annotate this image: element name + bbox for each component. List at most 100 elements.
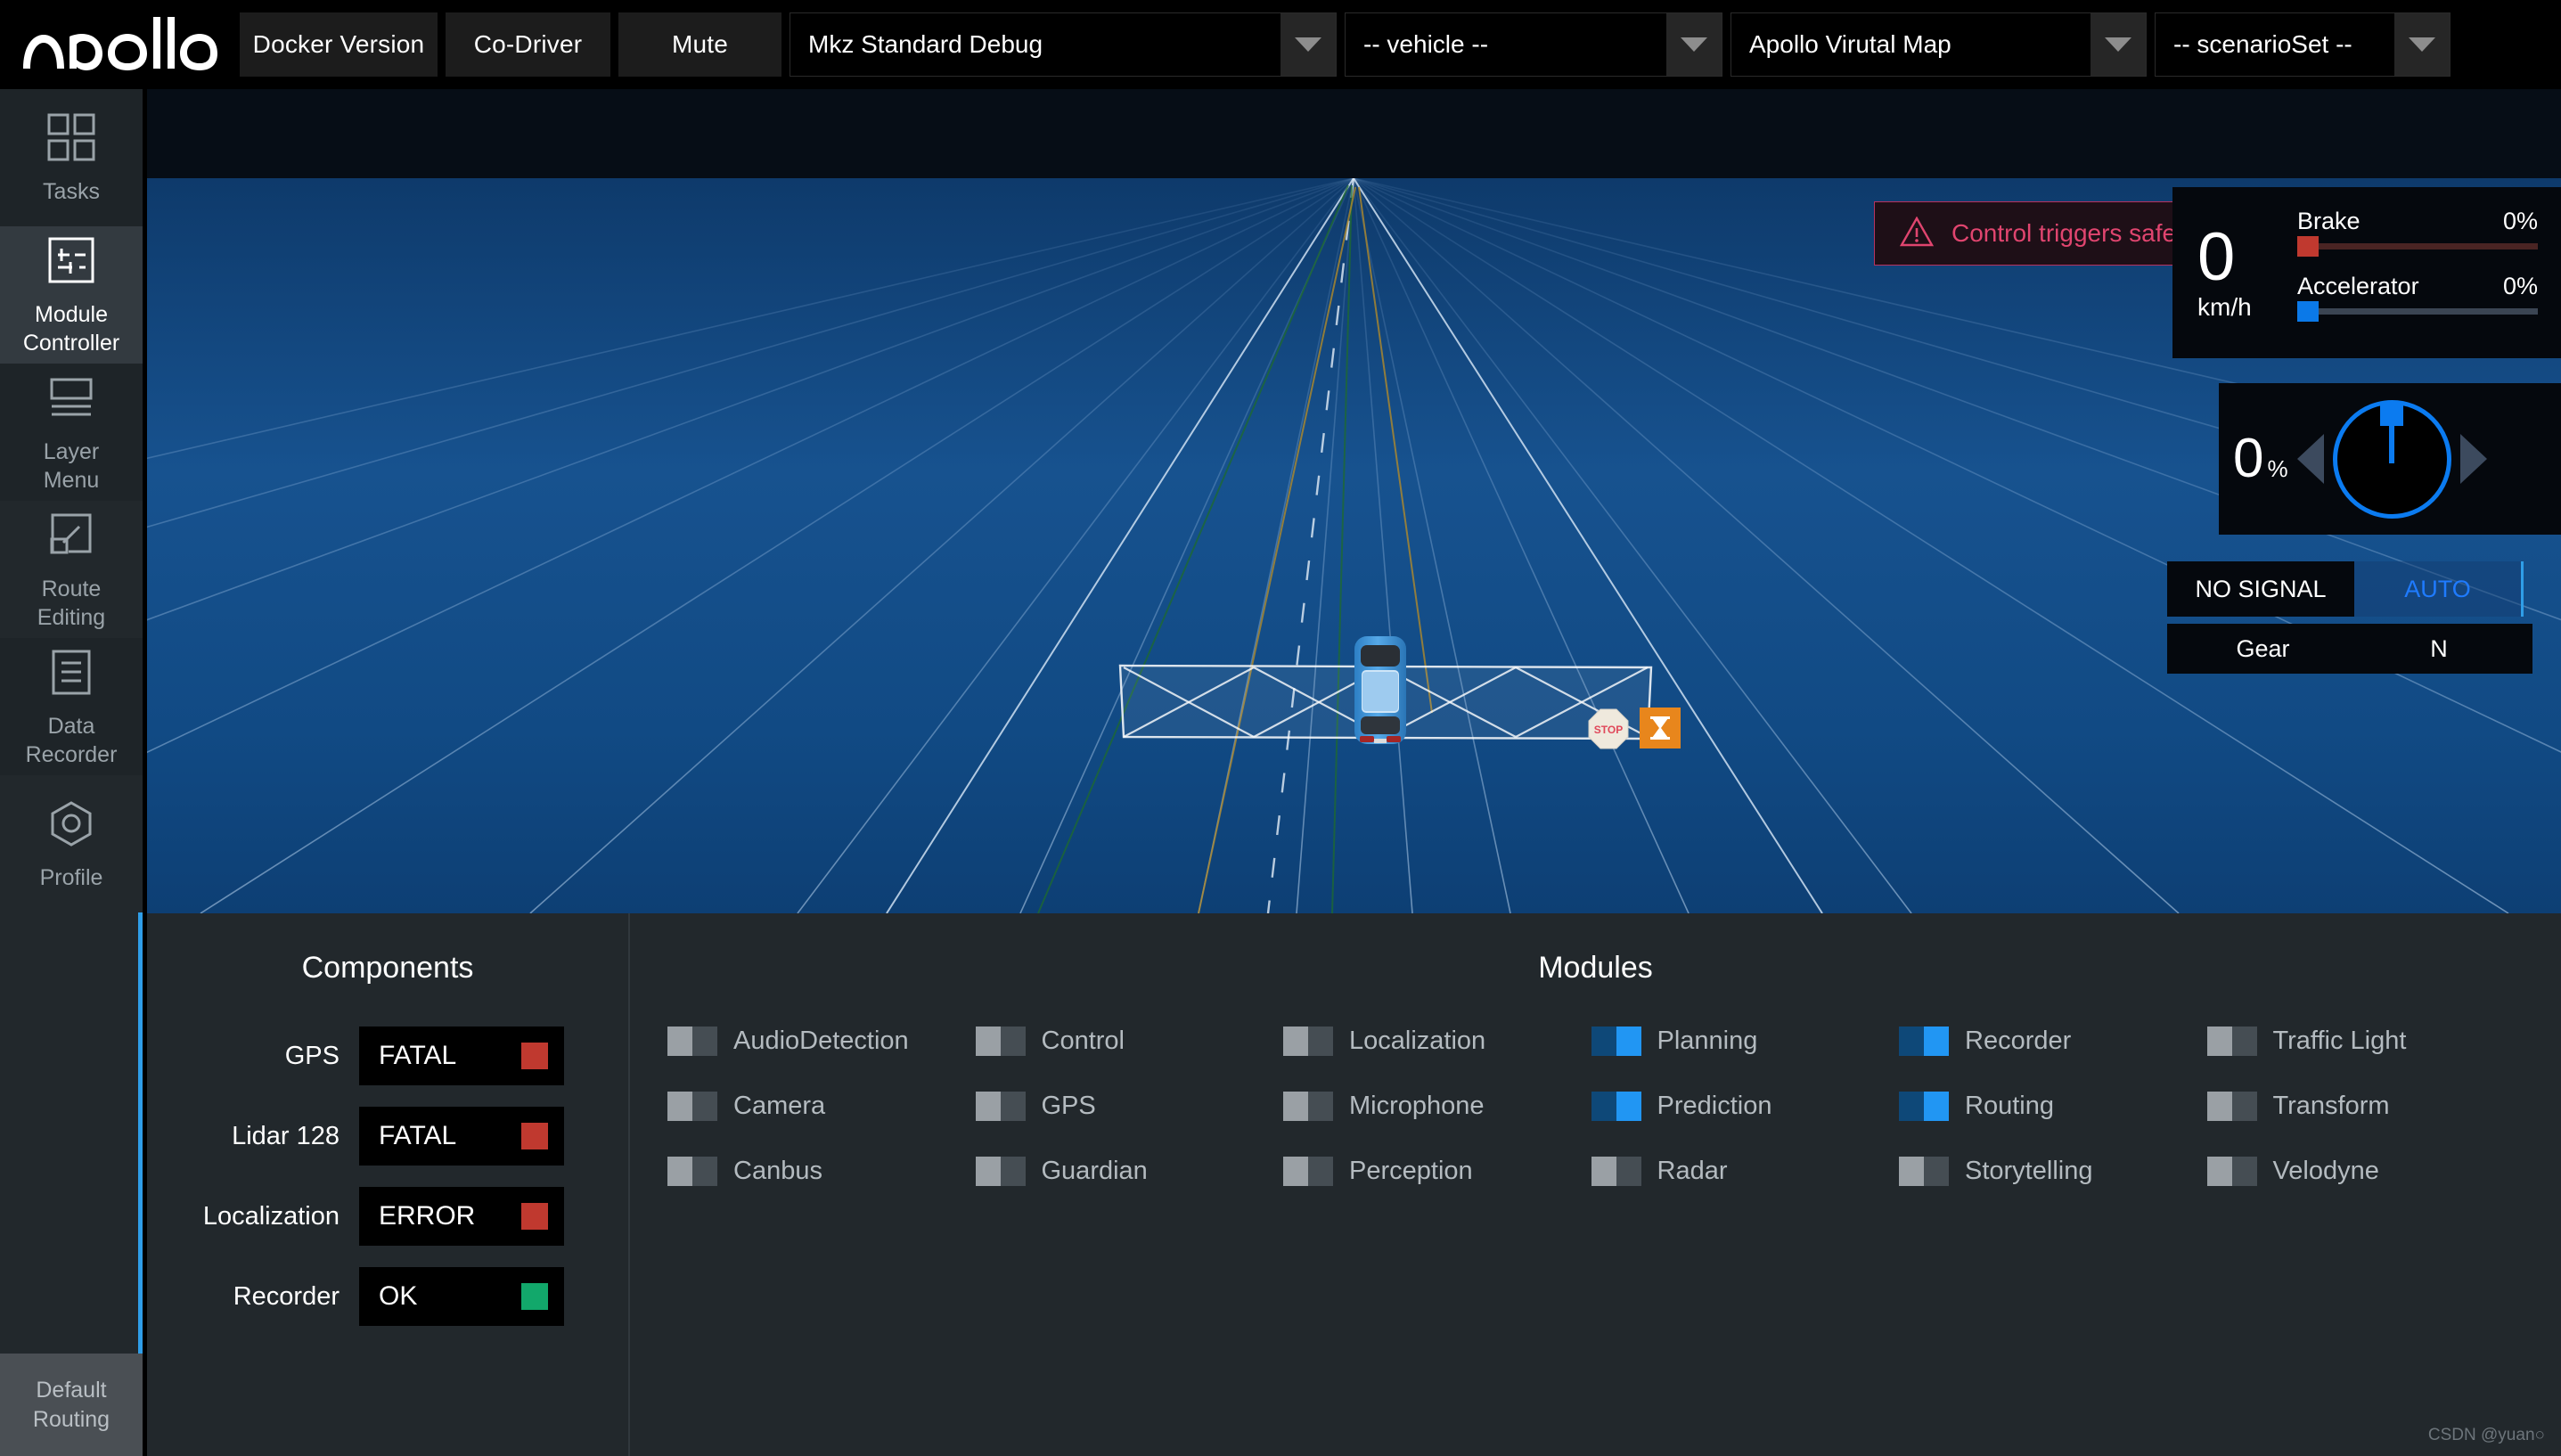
drive-status-panel: NO SIGNAL AUTO Gear N <box>2167 561 2561 670</box>
brake-knob <box>2297 236 2319 257</box>
chevron-down-icon[interactable] <box>1280 13 1336 76</box>
module-toggle-prediction[interactable]: Prediction <box>1591 1092 1900 1121</box>
sidebar-item-label: Profile <box>40 863 103 893</box>
components-list: GPSFATALLidar 128FATALLocalizationERRORR… <box>147 1027 628 1326</box>
module-toggle-audiodetection[interactable]: AudioDetection <box>667 1027 976 1056</box>
toggle-knob <box>1616 1027 1641 1056</box>
telemetry-hud: 0 km/h Brake 0% Accelerator 0% <box>2156 187 2561 670</box>
scene-viewport[interactable]: STOP Control triggers safe mode: <box>147 89 2561 913</box>
sidebar-item-module-controller[interactable]: ModuleController <box>0 226 143 364</box>
toggle-knob <box>667 1027 692 1056</box>
gear-row: Gear N <box>2167 624 2532 674</box>
module-toggle-microphone[interactable]: Microphone <box>1283 1092 1591 1121</box>
chevron-down-icon[interactable] <box>2091 13 2146 76</box>
toggle-switch[interactable] <box>667 1092 717 1121</box>
mode-select[interactable]: Mkz Standard Debug <box>790 12 1337 77</box>
scenario-set-select[interactable]: -- scenarioSet -- <box>2155 12 2451 77</box>
brake-row: Brake 0% <box>2297 208 2538 235</box>
sidebar-item-layer-menu[interactable]: LayerMenu <box>0 364 143 501</box>
module-label: GPS <box>1042 1092 1096 1121</box>
steering-value: 0 <box>2233 428 2263 489</box>
toggle-switch[interactable] <box>976 1157 1026 1186</box>
toggle-switch[interactable] <box>1899 1157 1949 1186</box>
sidebar-item-route-editing[interactable]: RouteEditing <box>0 501 143 638</box>
drive-mode-status: AUTO <box>2354 561 2524 617</box>
toggle-switch[interactable] <box>1899 1027 1949 1056</box>
steering-panel: 0% <box>2219 383 2561 535</box>
sidebar-item-tasks[interactable]: Tasks <box>0 89 143 226</box>
accelerator-bar <box>2297 308 2538 315</box>
sidebar-item-profile[interactable]: Profile <box>0 775 143 912</box>
map-select[interactable]: Apollo Virutal Map <box>1731 12 2147 77</box>
module-toggle-control[interactable]: Control <box>976 1027 1284 1056</box>
mute-button[interactable]: Mute <box>618 12 781 77</box>
chevron-down-icon[interactable] <box>2394 13 2450 76</box>
module-toggle-recorder[interactable]: Recorder <box>1899 1027 2207 1056</box>
chevron-down-icon[interactable] <box>1666 13 1722 76</box>
default-routing-label: DefaultRouting <box>33 1376 110 1434</box>
speed-readout: 0 km/h <box>2172 224 2297 322</box>
component-name: Lidar 128 <box>232 1122 340 1151</box>
module-toggle-routing[interactable]: Routing <box>1899 1092 2207 1121</box>
docker-version-button[interactable]: Docker Version <box>240 12 438 77</box>
component-status: FATAL <box>359 1027 564 1085</box>
module-toggle-perception[interactable]: Perception <box>1283 1157 1591 1186</box>
co-driver-button[interactable]: Co-Driver <box>446 12 610 77</box>
module-toggle-transform[interactable]: Transform <box>2207 1092 2516 1121</box>
turn-right-indicator-icon <box>2460 434 2487 484</box>
module-toggle-planning[interactable]: Planning <box>1591 1027 1900 1056</box>
toggle-knob <box>976 1092 1001 1121</box>
module-label: Storytelling <box>1965 1157 2092 1186</box>
accelerator-knob <box>2297 301 2319 322</box>
toggle-switch[interactable] <box>976 1027 1026 1056</box>
default-routing-button[interactable]: DefaultRouting <box>0 1354 143 1456</box>
status-indicator <box>521 1203 548 1230</box>
route-icon <box>45 507 97 562</box>
steering-wheel-dial <box>2333 400 2451 519</box>
accelerator-value: 0% <box>2503 273 2538 300</box>
stop-sign: STOP <box>1587 708 1630 750</box>
toggle-knob <box>1924 1092 1949 1121</box>
accelerator-row: Accelerator 0% <box>2297 273 2538 300</box>
hourglass-marker <box>1640 708 1681 748</box>
toggle-switch[interactable] <box>1591 1027 1641 1056</box>
toggle-switch[interactable] <box>976 1092 1026 1121</box>
toggle-switch[interactable] <box>2207 1157 2257 1186</box>
toggle-switch[interactable] <box>1283 1092 1333 1121</box>
toggle-switch[interactable] <box>2207 1092 2257 1121</box>
component-row: LocalizationERROR <box>147 1187 628 1246</box>
toggle-knob <box>976 1027 1001 1056</box>
module-toggle-gps[interactable]: GPS <box>976 1092 1284 1121</box>
status-indicator <box>521 1043 548 1069</box>
module-label: Traffic Light <box>2273 1027 2407 1056</box>
module-toggle-canbus[interactable]: Canbus <box>667 1157 976 1186</box>
pedal-gauges: Brake 0% Accelerator 0% <box>2297 208 2561 338</box>
toggle-switch[interactable] <box>1283 1027 1333 1056</box>
speed-panel: 0 km/h Brake 0% Accelerator 0% <box>2172 187 2561 358</box>
accelerator-label: Accelerator <box>2297 273 2419 300</box>
module-toggle-storytelling[interactable]: Storytelling <box>1899 1157 2207 1186</box>
component-name: GPS <box>285 1042 340 1071</box>
module-toggle-camera[interactable]: Camera <box>667 1092 976 1121</box>
module-toggle-velodyne[interactable]: Velodyne <box>2207 1157 2516 1186</box>
module-toggle-guardian[interactable]: Guardian <box>976 1157 1284 1186</box>
component-status-text: FATAL <box>379 1041 456 1071</box>
module-toggle-traffic-light[interactable]: Traffic Light <box>2207 1027 2516 1056</box>
speed-value: 0 <box>2197 224 2235 291</box>
toggle-switch[interactable] <box>1283 1157 1333 1186</box>
module-toggle-radar[interactable]: Radar <box>1591 1157 1900 1186</box>
toggle-switch[interactable] <box>1899 1092 1949 1121</box>
steering-readout: 0% <box>2233 431 2288 487</box>
svg-text:STOP: STOP <box>1594 724 1623 736</box>
module-toggle-localization[interactable]: Localization <box>1283 1027 1591 1056</box>
toggle-switch[interactable] <box>1591 1092 1641 1121</box>
toggle-switch[interactable] <box>667 1027 717 1056</box>
toggle-switch[interactable] <box>1591 1157 1641 1186</box>
toggle-switch[interactable] <box>2207 1027 2257 1056</box>
sidebar-item-data-recorder[interactable]: DataRecorder <box>0 638 143 775</box>
modules-title: Modules <box>630 951 2561 986</box>
component-status: ERROR <box>359 1187 564 1246</box>
toggle-switch[interactable] <box>667 1157 717 1186</box>
vehicle-select[interactable]: -- vehicle -- <box>1345 12 1722 77</box>
bottom-dock: Components GPSFATALLidar 128FATALLocaliz… <box>147 913 2561 1456</box>
